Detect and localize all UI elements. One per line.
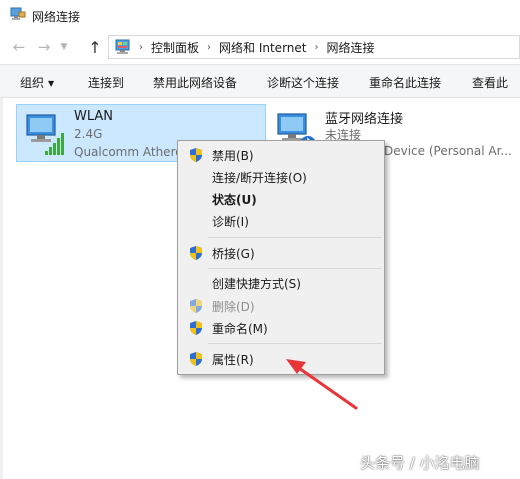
menu-item-rename[interactable]: 重命名(M) — [178, 317, 384, 339]
breadcrumb-separator[interactable]: › — [207, 42, 211, 53]
address-bar[interactable]: › 控制面板 › 网络和 Internet › 网络连接 — [108, 35, 520, 59]
title-bar: 网络连接 — [0, 0, 520, 30]
up-button[interactable]: ↑ — [84, 36, 106, 58]
menu-item-create-shortcut[interactable]: 创建快捷方式(S) — [178, 272, 384, 294]
menu-item-diagnose[interactable]: 诊断(I) — [178, 210, 384, 232]
uac-shield-icon — [190, 299, 202, 313]
organize-label: 组织 — [20, 76, 45, 90]
breadcrumb-network-internet[interactable]: 网络和 Internet — [219, 39, 306, 56]
menu-item-label: 属性(R) — [212, 352, 254, 367]
arrow-up-icon: ↑ — [88, 37, 102, 57]
connection-name: 蓝牙网络连接 — [325, 112, 404, 127]
menu-separator — [208, 237, 382, 238]
menu-item-label: 禁用(B) — [212, 148, 254, 163]
chevron-down-icon: ▼ — [60, 42, 68, 52]
chevron-down-icon: ▼ — [48, 79, 55, 88]
connection-status: 2.4G — [74, 127, 103, 141]
menu-item-bridge[interactable]: 桥接(G) — [178, 242, 384, 264]
menu-item-label: 创建快捷方式(S) — [212, 276, 301, 291]
recent-locations-button[interactable]: ▼ — [56, 36, 72, 58]
view-status-button[interactable]: 查看此 — [472, 74, 508, 91]
rename-button[interactable]: 重命名此连接 — [369, 74, 441, 91]
menu-item-label: 桥接(G) — [212, 246, 255, 261]
arrow-left-icon: ← — [12, 38, 26, 56]
breadcrumb-separator[interactable]: › — [314, 42, 318, 53]
pane-edge — [0, 98, 3, 479]
connect-to-button[interactable]: 连接到 — [88, 74, 124, 91]
menu-item-label: 诊断(I) — [212, 214, 249, 229]
connection-name: WLAN — [74, 109, 114, 124]
organize-button[interactable]: 组织 ▼ — [20, 74, 54, 91]
wifi-adapter-icon — [26, 114, 64, 155]
uac-shield-icon — [190, 246, 202, 260]
connection-device: Device (Personal Ar... — [384, 144, 512, 158]
control-panel-icon — [115, 39, 130, 54]
annotation-arrow-icon — [286, 359, 358, 410]
watermark: 头条号 / 小洺电脑 — [360, 454, 480, 472]
menu-item-connect-disconnect[interactable]: 连接/断开连接(O) — [178, 166, 384, 188]
menu-separator — [208, 268, 382, 269]
menu-item-label: 重命名(M) — [212, 321, 268, 336]
breadcrumb-control-panel[interactable]: 控制面板 — [151, 39, 199, 56]
arrow-right-icon: → — [37, 38, 51, 56]
menu-separator — [208, 343, 382, 344]
uac-shield-icon — [190, 321, 202, 335]
menu-item-label: 连接/断开连接(O) — [212, 170, 307, 185]
breadcrumb-network-connections[interactable]: 网络连接 — [326, 39, 374, 56]
connection-device: Qualcomm Athero — [74, 145, 183, 159]
command-bar: 组织 ▼ 连接到 禁用此网络设备 诊断这个连接 重命名此连接 查看此 — [0, 64, 520, 98]
menu-item-label: 删除(D) — [212, 299, 255, 314]
uac-shield-icon — [190, 352, 202, 366]
back-button[interactable]: ← — [8, 36, 30, 58]
network-connections-icon — [10, 7, 26, 20]
menu-item-delete[interactable]: 删除(D) — [178, 295, 384, 317]
disable-device-button[interactable]: 禁用此网络设备 — [153, 74, 237, 91]
forward-button[interactable]: → — [33, 36, 55, 58]
menu-item-status[interactable]: 状态(U) — [178, 188, 384, 210]
context-menu: 禁用(B) 连接/断开连接(O) 状态(U) 诊断(I) 桥接(G) 创建快捷方… — [177, 140, 385, 375]
menu-item-disable[interactable]: 禁用(B) — [178, 144, 384, 166]
window-title: 网络连接 — [32, 10, 81, 24]
navigation-bar: ← → ▼ ↑ › 控制面板 › 网络和 Internet › 网络连接 — [0, 30, 520, 64]
diagnose-button[interactable]: 诊断这个连接 — [267, 74, 339, 91]
uac-shield-icon — [190, 148, 202, 162]
breadcrumb-separator[interactable]: › — [139, 42, 143, 53]
menu-item-label: 状态(U) — [212, 192, 257, 207]
